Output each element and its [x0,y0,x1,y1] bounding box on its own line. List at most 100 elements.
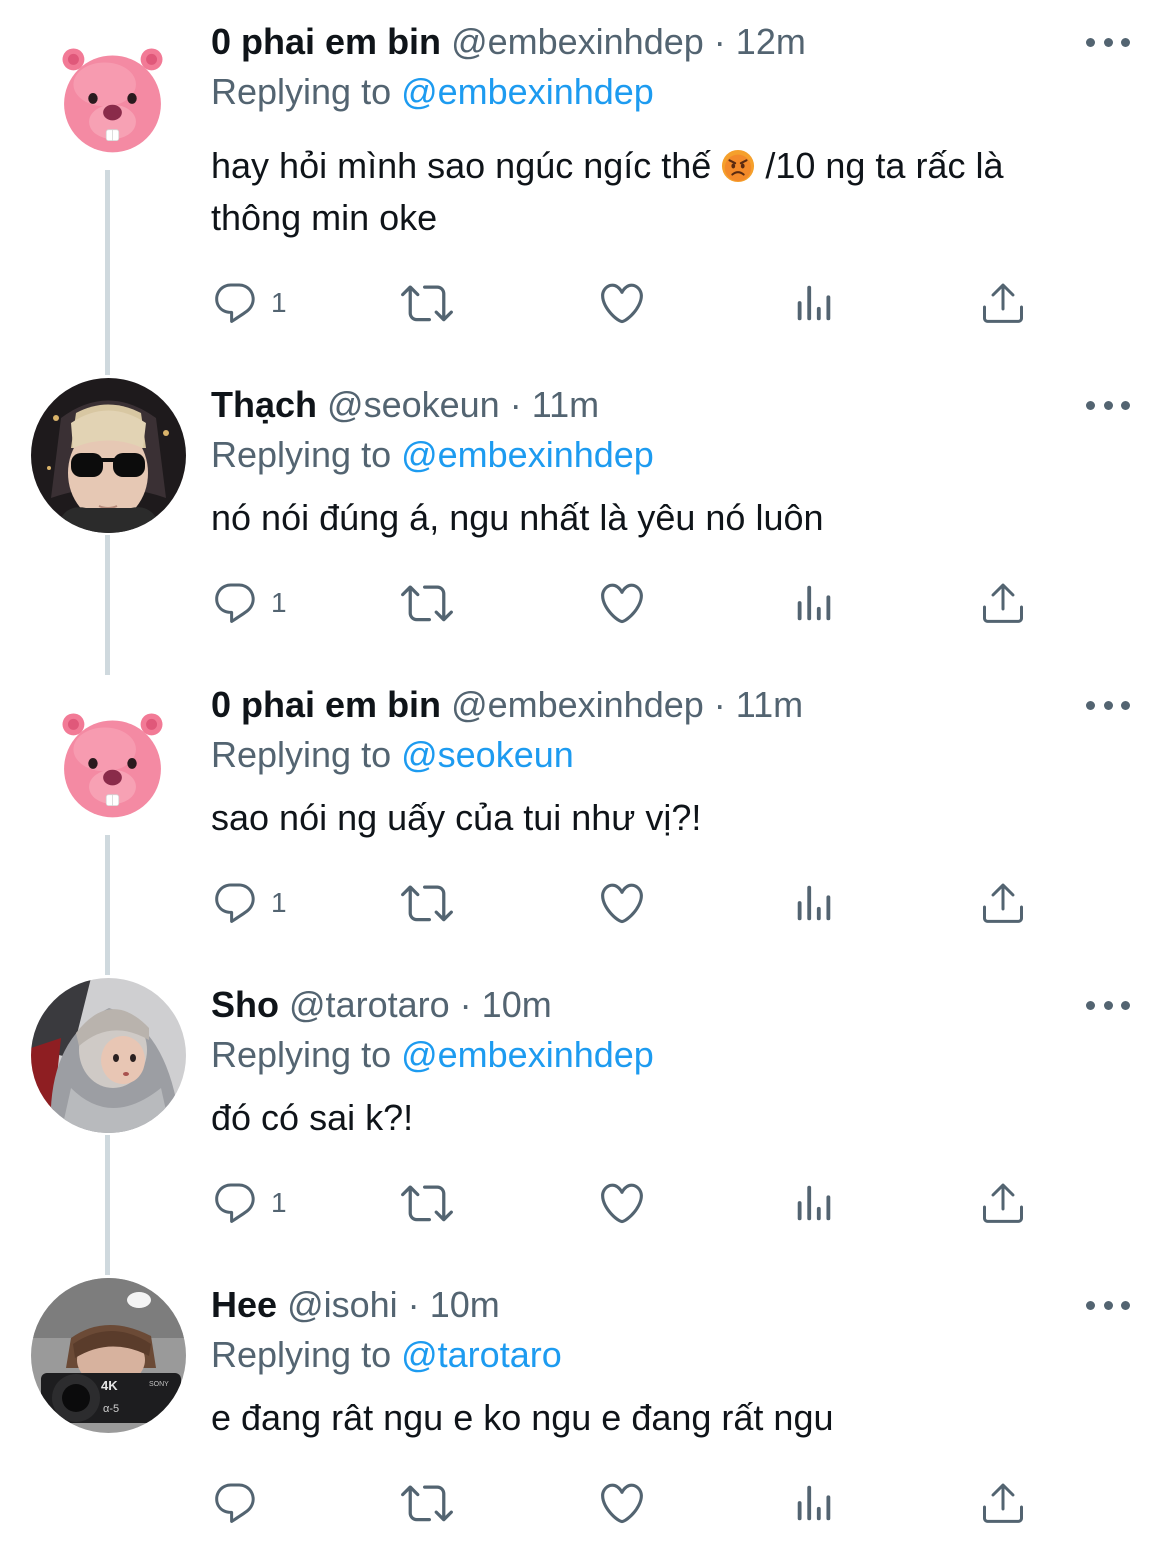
analytics-icon [791,880,837,926]
tweet-text: nó nói đúng á, ngu nhất là yêu nó luôn [211,497,824,538]
user-handle[interactable]: @embexinhdep [451,684,704,725]
retweet-button[interactable] [401,578,453,628]
replying-to-label: Replying to [211,1334,402,1375]
reply-icon [211,1179,259,1227]
reply-button[interactable]: 1 [211,278,287,328]
share-button[interactable] [979,1178,1027,1228]
analytics-button[interactable] [791,278,837,328]
more-icon[interactable] [1086,695,1130,715]
like-button[interactable] [597,1478,647,1528]
like-button[interactable] [597,1178,647,1228]
display-name[interactable]: 0 phai em bin [211,684,441,725]
replying-to-label: Replying to [211,734,402,775]
share-icon [979,879,1027,927]
reply-button[interactable]: 1 [211,578,287,628]
reply-icon [211,279,259,327]
retweet-icon [401,577,453,629]
analytics-icon [791,580,837,626]
replying-to: Replying to @embexinhdep [211,1033,654,1077]
tweet-actions: 1 [211,578,1041,628]
replying-to: Replying to @tarotaro [211,1333,562,1377]
retweet-icon [401,1177,453,1229]
share-button[interactable] [979,1478,1027,1528]
like-button[interactable] [597,278,647,328]
angry-face-emoji [722,149,755,183]
user-handle[interactable]: @seokeun [327,384,500,425]
tweet-header: Thạch @seokeun · 11m [211,383,599,427]
tweet-text: sao nói ng uấy của tui như vị?! [211,797,702,838]
thread-line [105,835,110,975]
analytics-button[interactable] [791,1178,837,1228]
replying-to-handle[interactable]: @seokeun [401,734,574,775]
more-icon[interactable] [1086,395,1130,415]
timestamp[interactable]: 10m [482,984,552,1025]
like-icon [597,1178,647,1228]
reply-count: 1 [271,887,287,918]
analytics-button[interactable] [791,578,837,628]
like-button[interactable] [597,578,647,628]
retweet-button[interactable] [401,1478,453,1528]
reply-icon [211,1479,259,1527]
svg-text:α-5: α-5 [103,1403,119,1415]
timestamp[interactable]: 11m [532,384,599,425]
share-button[interactable] [979,578,1027,628]
replying-to-handle[interactable]: @embexinhdep [401,71,654,112]
retweet-button[interactable] [401,1178,453,1228]
thread-line [105,535,110,675]
replying-to-handle[interactable]: @embexinhdep [401,434,654,475]
retweet-icon [401,877,453,929]
avatar[interactable]: 4K α-5 SONY [31,1278,186,1433]
more-icon[interactable] [1086,32,1130,52]
tweet[interactable]: 0 phai em bin @embexinhdep · 12m Replyin… [0,0,1170,375]
replying-to-handle[interactable]: @tarotaro [401,1334,562,1375]
svg-text:4K: 4K [101,1378,118,1393]
like-button[interactable] [597,878,647,928]
share-icon [979,1479,1027,1527]
separator: · [407,1284,420,1325]
replying-to: Replying to @embexinhdep [211,70,654,114]
display-name[interactable]: 0 phai em bin [211,21,441,62]
retweet-icon [401,1477,453,1529]
tweet-actions: 1 [211,878,1041,928]
analytics-button[interactable] [791,1478,837,1528]
reply-button[interactable] [211,1478,271,1528]
display-name[interactable]: Hee [211,1284,277,1325]
analytics-icon [791,1180,837,1226]
user-handle[interactable]: @tarotaro [289,984,450,1025]
share-button[interactable] [979,278,1027,328]
timestamp[interactable]: 10m [430,1284,500,1325]
avatar[interactable] [31,978,186,1133]
separator: · [713,21,726,62]
svg-text:SONY: SONY [149,1381,169,1388]
camera-person-avatar: 4K α-5 SONY [31,1278,186,1433]
user-handle[interactable]: @embexinhdep [451,21,704,62]
thread-line [105,170,110,375]
more-icon[interactable] [1086,995,1130,1015]
avatar[interactable] [31,378,186,533]
avatar[interactable] [50,30,175,170]
avatar[interactable] [50,695,175,835]
replying-to-label: Replying to [211,434,402,475]
share-button[interactable] [979,878,1027,928]
tweet-text: hay hỏi mình sao ngúc ngíc thế /10 ng ta… [211,140,1101,244]
replying-to-handle[interactable]: @embexinhdep [401,1034,654,1075]
analytics-button[interactable] [791,878,837,928]
analytics-icon [791,280,837,326]
reply-button[interactable]: 1 [211,878,287,928]
reply-count: 1 [271,587,287,618]
reply-icon [211,579,259,627]
replying-to-label: Replying to [211,1034,402,1075]
more-icon[interactable] [1086,1295,1130,1315]
display-name[interactable]: Thạch [211,384,317,425]
timestamp[interactable]: 11m [736,684,803,725]
retweet-button[interactable] [401,278,453,328]
like-icon [597,1478,647,1528]
tweet-actions [211,1478,1041,1528]
hooded-person-avatar [31,978,186,1133]
reply-button[interactable]: 1 [211,1178,287,1228]
user-handle[interactable]: @isohi [287,1284,398,1325]
timestamp[interactable]: 12m [736,21,806,62]
tweet-text: e đang rât ngu e ko ngu e đang rất ngu [211,1397,834,1438]
retweet-button[interactable] [401,878,453,928]
display-name[interactable]: Sho [211,984,279,1025]
